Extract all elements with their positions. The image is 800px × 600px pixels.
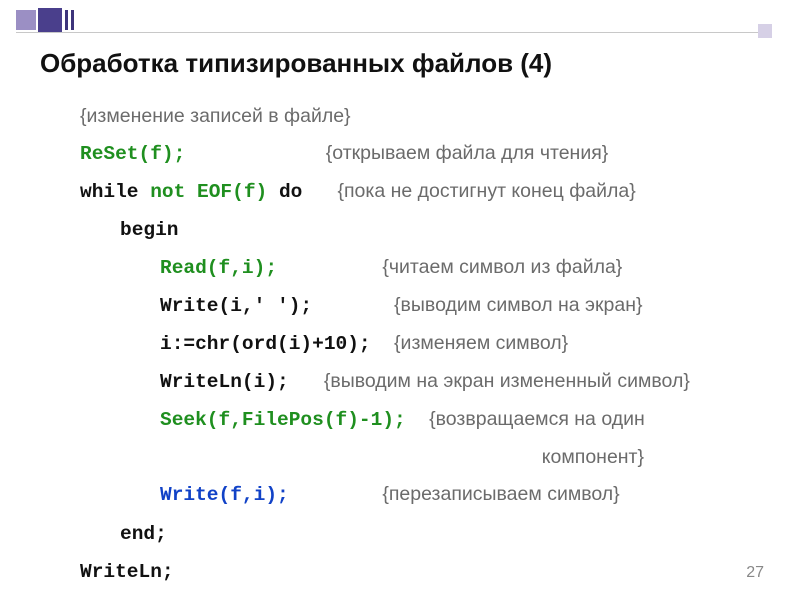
comment-write: {выводим символ на экран} — [394, 294, 642, 316]
code-writeln: WriteLn(i); — [160, 371, 289, 393]
horizontal-rule — [16, 32, 764, 33]
kw-end: end; — [120, 523, 167, 545]
comment-read: {читаем символ из файла} — [382, 256, 622, 278]
comment-reset: {открываем файла для чтения} — [326, 142, 609, 164]
code-line-seek: Seek(f,FilePos(f)-1); {возвращаемся на о… — [80, 401, 764, 439]
deco-square-light — [16, 10, 36, 30]
code-line-reset: ReSet(f); {открываем файла для чтения} — [80, 135, 764, 173]
kw-do: do — [267, 181, 302, 203]
comment-seek-continuation: компонент} — [80, 439, 764, 476]
code-reset: ReSet(f); — [80, 143, 185, 165]
comment-writeln: {выводим на экран измененный символ} — [324, 370, 690, 392]
comment-seek-a: {возвращаемся на один — [429, 408, 645, 430]
deco-bar-1 — [65, 10, 68, 30]
deco-bar-2 — [71, 10, 74, 30]
comment-while: {пока не достигнут конец файла} — [337, 180, 635, 202]
slide-decoration — [16, 10, 74, 32]
code-seek: Seek(f,FilePos(f)-1); — [160, 409, 406, 431]
code-line-writeln2: WriteLn; — [80, 553, 764, 591]
slide-body: {изменение записей в файле} ReSet(f); {о… — [80, 98, 764, 591]
code-writef: Write(f,i); — [160, 484, 289, 506]
code-line-while: while not EOF(f) do {пока не достигнут к… — [80, 173, 764, 211]
code-line-end: end; — [80, 515, 764, 553]
code-line-write: Write(i,' '); {выводим символ на экран} — [80, 287, 764, 325]
code-read: Read(f,i); — [160, 257, 277, 279]
slide-title: Обработка типизированных файлов (4) — [40, 48, 552, 79]
code-line-writef: Write(f,i); {перезаписываем символ} — [80, 476, 764, 514]
comment-chr: {изменяем символ} — [394, 332, 568, 354]
comment-text: {изменение записей в файле} — [80, 105, 351, 127]
code-chr: i:=chr(ord(i)+10); — [160, 333, 371, 355]
page-number: 27 — [746, 564, 764, 582]
expr-noteof: not EOF(f) — [150, 181, 267, 203]
code-line-read: Read(f,i); {читаем символ из файла} — [80, 249, 764, 287]
code-line-writeln: WriteLn(i); {выводим на экран измененный… — [80, 363, 764, 401]
code-line-chr: i:=chr(ord(i)+10); {изменяем символ} — [80, 325, 764, 363]
kw-while: while — [80, 181, 150, 203]
code-line-begin: begin — [80, 211, 764, 249]
deco-square-dark — [38, 8, 62, 32]
kw-begin: begin — [120, 219, 179, 241]
comment-line: {изменение записей в файле} — [80, 98, 764, 135]
comment-seek-b: компонент} — [542, 446, 644, 468]
code-write: Write(i,' '); — [160, 295, 312, 317]
comment-writef: {перезаписываем символ} — [382, 483, 619, 505]
code-writeln2: WriteLn; — [80, 561, 174, 583]
